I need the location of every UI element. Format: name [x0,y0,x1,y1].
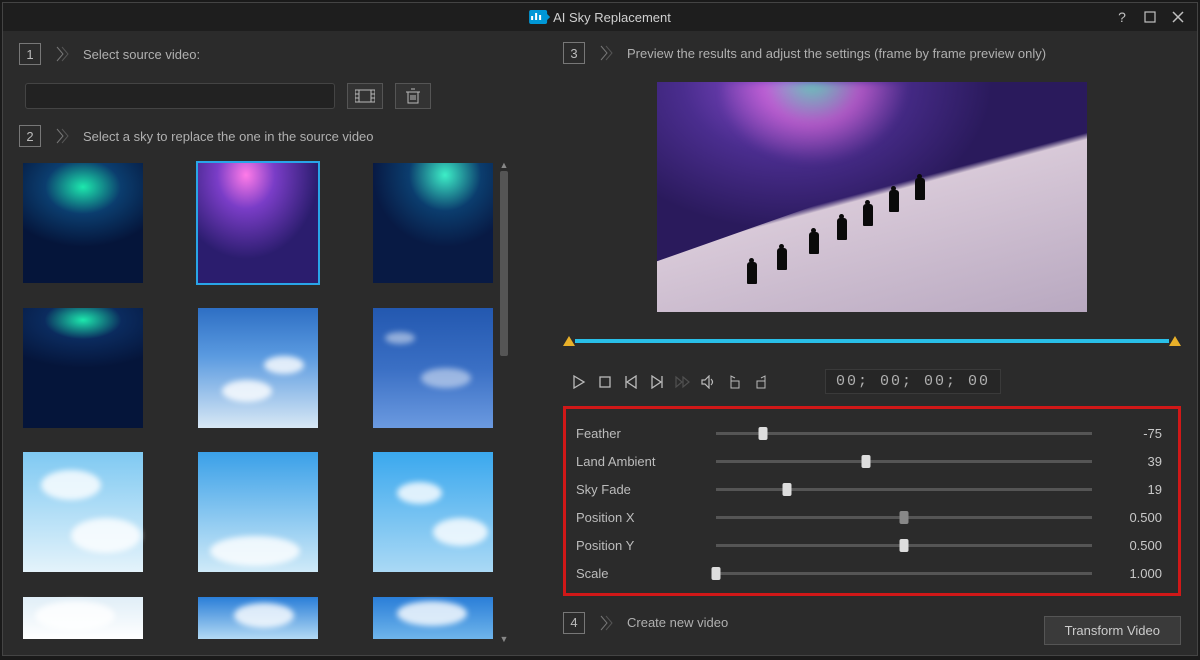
delete-button[interactable] [395,83,431,109]
feather-slider[interactable] [716,432,1092,435]
sky-thumb[interactable] [23,163,143,283]
position-y-label: Position Y [576,538,716,553]
timeline-track[interactable] [575,339,1169,343]
scale-value[interactable]: 1.000 [1112,566,1162,581]
sky-thumb[interactable] [198,308,318,428]
sky-fade-value[interactable]: 19 [1112,482,1162,497]
step-1-label: Select source video: [83,47,200,62]
sky-thumb[interactable] [23,452,143,572]
source-video-input[interactable] [25,83,335,109]
step-4-number: 4 [563,612,585,634]
sky-thumb[interactable] [373,163,493,283]
scale-slider[interactable] [716,572,1092,575]
playback-controls: 00; 00; 00; 00 [563,369,1181,394]
step-arrow-icon [55,44,69,64]
step-2-header: 2 Select a sky to replace the one in the… [19,123,549,149]
sky-fade-slider[interactable] [716,488,1092,491]
land-ambient-slider[interactable] [716,460,1092,463]
play-button[interactable] [567,371,591,393]
mark-in-button[interactable] [723,371,747,393]
step-2-number: 2 [19,125,41,147]
step-1-number: 1 [19,43,41,65]
gallery-scrollbar[interactable]: ▲ ▼ [499,159,509,645]
feather-value[interactable]: -75 [1112,426,1162,441]
step-1-header: 1 Select source video: [19,41,549,67]
step-2-label: Select a sky to replace the one in the s… [83,129,374,144]
position-x-slider[interactable] [716,516,1092,519]
step-arrow-icon [599,613,613,633]
timecode-display[interactable]: 00; 00; 00; 00 [825,369,1001,394]
land-ambient-value[interactable]: 39 [1112,454,1162,469]
sky-thumb[interactable] [198,163,318,283]
feather-label: Feather [576,426,716,441]
sky-thumb[interactable] [23,597,143,639]
mark-out-button[interactable] [749,371,773,393]
sky-thumb[interactable] [23,308,143,428]
sky-thumb[interactable] [373,452,493,572]
scale-label: Scale [576,566,716,581]
next-frame-button[interactable] [645,371,669,393]
transform-video-button[interactable]: Transform Video [1044,616,1181,645]
step-3-label: Preview the results and adjust the setti… [627,46,1046,61]
step-arrow-icon [55,126,69,146]
step-4-label: Create new video [627,615,728,630]
audio-button[interactable] [697,371,721,393]
timeline-out-marker[interactable] [1169,336,1181,346]
sky-fade-label: Sky Fade [576,482,716,497]
prev-frame-button[interactable] [619,371,643,393]
step-3-header: 3 Preview the results and adjust the set… [563,41,1181,66]
preview-viewport [657,82,1087,312]
timeline[interactable] [563,334,1181,347]
title-bar: AI Sky Replacement ? [3,3,1197,31]
fast-forward-button[interactable] [671,371,695,393]
sky-thumb[interactable] [198,597,318,639]
sky-gallery [19,159,493,645]
sky-thumb[interactable] [373,308,493,428]
position-y-slider[interactable] [716,544,1092,547]
import-video-button[interactable] [347,83,383,109]
window-title: AI Sky Replacement [553,10,671,25]
sky-thumb[interactable] [373,597,493,639]
help-button[interactable]: ? [1111,7,1133,27]
app-icon [529,10,547,24]
step-arrow-icon [599,43,613,63]
position-x-label: Position X [576,510,716,525]
maximize-button[interactable] [1139,7,1161,27]
close-button[interactable] [1167,7,1189,27]
position-x-value[interactable]: 0.500 [1112,510,1162,525]
land-ambient-label: Land Ambient [576,454,716,469]
adjustment-panel: Feather -75 Land Ambient 39 Sky Fade 19 … [563,406,1181,596]
step-3-number: 3 [563,42,585,64]
timeline-in-marker[interactable] [563,336,575,346]
position-y-value[interactable]: 0.500 [1112,538,1162,553]
stop-button[interactable] [593,371,617,393]
sky-thumb[interactable] [198,452,318,572]
